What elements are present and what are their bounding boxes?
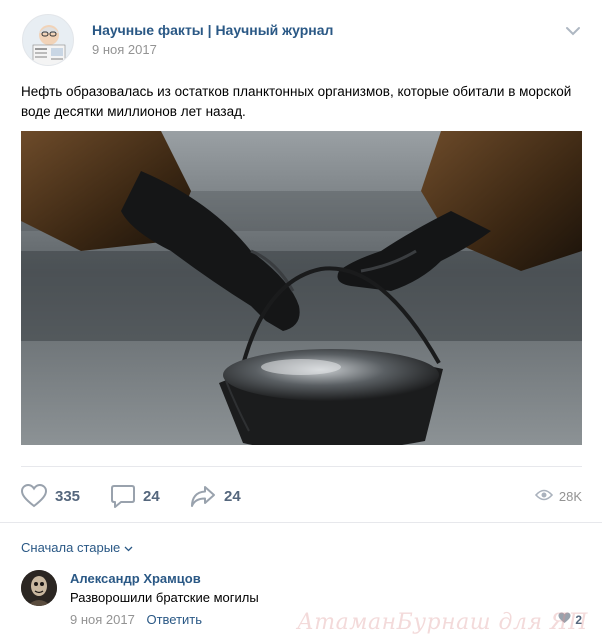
reply-link[interactable]: Ответить xyxy=(146,612,202,627)
comment-count: 24 xyxy=(143,487,160,505)
comment-date[interactable]: 9 ноя 2017 xyxy=(70,612,135,627)
commenter-avatar[interactable] xyxy=(21,570,57,606)
post-actions: 335 24 24 28K xyxy=(21,481,582,511)
divider xyxy=(0,522,602,523)
like-button[interactable]: 335 xyxy=(21,481,80,511)
watermark: АтаманБурнаш для ЯП xyxy=(297,610,588,635)
views-counter: 28K xyxy=(534,481,582,511)
share-count: 24 xyxy=(224,487,241,505)
post-header: Научные факты | Научный журнал 9 ноя 201… xyxy=(22,12,582,68)
views-count: 28K xyxy=(558,488,582,504)
post-text: Нефть образовалась из остатков планктонн… xyxy=(21,84,572,119)
heart-icon xyxy=(21,484,47,508)
divider xyxy=(21,466,582,467)
sort-label: Сначала старые xyxy=(21,540,121,555)
comment-text: Разворошили братские могилы xyxy=(70,590,259,605)
post-date[interactable]: 9 ноя 2017 xyxy=(92,42,157,57)
comment-meta: 9 ноя 2017 Ответить xyxy=(70,612,202,627)
chevron-down-icon[interactable] xyxy=(564,24,582,38)
comment-button[interactable]: 24 xyxy=(111,481,160,511)
comment-author-link[interactable]: Александр Храмцов xyxy=(70,571,201,586)
community-avatar[interactable] xyxy=(22,14,74,66)
comment-icon xyxy=(111,484,135,508)
share-arrow-icon xyxy=(190,484,216,508)
like-count: 335 xyxy=(55,487,81,505)
eye-icon xyxy=(534,489,559,504)
chevron-down-icon xyxy=(120,540,133,555)
share-button[interactable]: 24 xyxy=(190,481,241,511)
post-author-link[interactable]: Научные факты | Научный журнал xyxy=(92,22,333,38)
comments-sort-dropdown[interactable]: Сначала старые xyxy=(21,540,133,555)
post-photo[interactable] xyxy=(21,131,582,445)
